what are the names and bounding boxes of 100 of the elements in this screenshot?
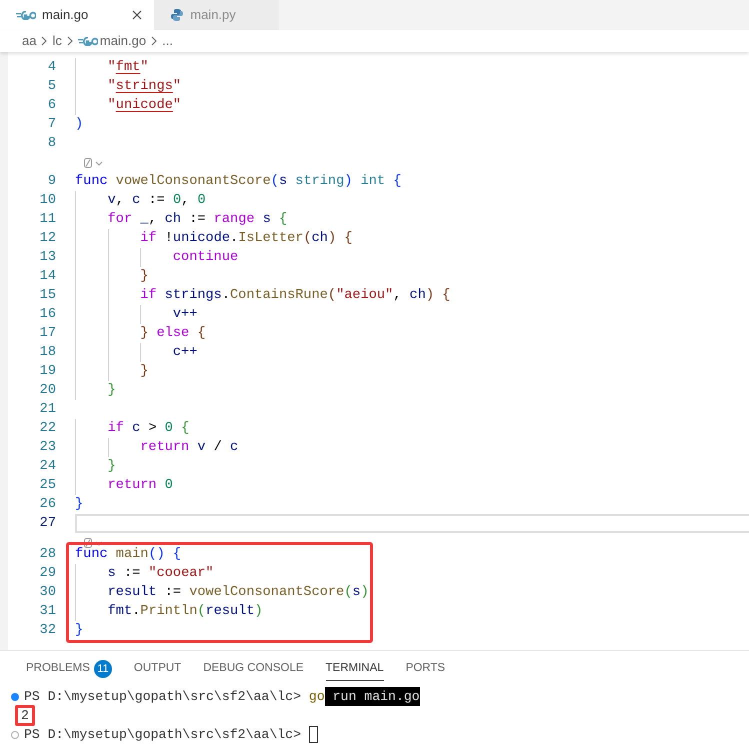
- code-token: func: [75, 546, 109, 564]
- terminal-text: go: [308, 688, 325, 706]
- code-token: func: [75, 173, 109, 191]
- code-token: (: [344, 584, 352, 602]
- code-token: .: [222, 287, 230, 305]
- code-token: s: [106, 565, 116, 583]
- code-token: {: [279, 211, 288, 229]
- code-token: return: [139, 439, 190, 457]
- code-token: () {: [148, 546, 182, 564]
- panel-tab[interactable]: OUTPUT: [134, 657, 182, 681]
- breadcrumb-item[interactable]: lc: [52, 31, 62, 51]
- code-token: range: [214, 211, 256, 229]
- code-token: ContainsRune: [230, 287, 328, 305]
- line-number: 13: [38, 249, 56, 267]
- line-number: 31: [38, 603, 56, 621]
- line-number: 28: [38, 546, 56, 564]
- line-number: 11: [38, 211, 56, 229]
- code-token: main: [116, 546, 148, 564]
- code-token: Println: [140, 603, 198, 621]
- terminal-text: PS D:\mysetup\gopath\src\sf2\aa\lc>: [24, 688, 302, 706]
- code-token: .: [132, 603, 140, 621]
- code-token: c: [230, 439, 238, 457]
- code-token: ch: [312, 230, 328, 248]
- code-token: string: [295, 173, 344, 191]
- line-number: 4: [46, 59, 56, 77]
- code-token: :=: [164, 584, 182, 602]
- python-logo-icon: [170, 8, 184, 22]
- code-token: >: [147, 420, 158, 438]
- line-number: 29: [38, 565, 56, 583]
- code-token: "cooear": [148, 565, 214, 583]
- line-number: 25: [38, 477, 56, 495]
- chevron-right-icon: [40, 36, 48, 46]
- code-token: else: [156, 325, 190, 343]
- line-number: 21: [38, 401, 56, 419]
- chevron-right-icon: [66, 36, 74, 46]
- line-number: 15: [38, 287, 56, 305]
- code-token: "aeiou": [336, 287, 394, 305]
- code-token: }: [75, 496, 84, 514]
- code-token: ": [172, 78, 182, 96]
- code-token: :=: [122, 565, 142, 583]
- status-dot-icon: [10, 692, 20, 702]
- panel-tab[interactable]: PORTS: [406, 657, 446, 681]
- code-token: {: [197, 325, 206, 343]
- code-token: vowelConsonantScore: [189, 584, 344, 602]
- code-token: }: [139, 325, 150, 343]
- highlighted-output: 2: [15, 705, 35, 726]
- code-token: /: [212, 439, 223, 457]
- code-token: !: [164, 230, 173, 248]
- go-logo-icon: [16, 10, 36, 20]
- code-token: 0: [164, 420, 174, 438]
- line-number: 8: [46, 135, 56, 153]
- code-token: v: [106, 192, 116, 210]
- terminal-text: PS D:\mysetup\gopath\src\sf2\aa\lc>: [24, 726, 302, 744]
- line-number: 18: [38, 344, 56, 362]
- line-number: 27: [38, 515, 56, 533]
- line-number: 9: [46, 173, 56, 191]
- panel-tab[interactable]: DEBUG CONSOLE: [203, 657, 304, 681]
- go-logo-icon: [78, 36, 98, 46]
- code-token: _: [140, 211, 148, 229]
- code-token: continue: [172, 249, 238, 267]
- code-token: (: [197, 603, 206, 621]
- code-token: ,: [393, 287, 402, 305]
- panel-tab[interactable]: TERMINAL: [326, 657, 384, 681]
- code-token: return: [106, 477, 158, 495]
- code-token: unicode: [172, 230, 230, 248]
- code-token: v++: [172, 306, 198, 324]
- code-token: strings: [164, 287, 222, 305]
- line-number: 32: [38, 622, 56, 640]
- code-token: for: [106, 211, 134, 229]
- code-token: ": [106, 78, 116, 96]
- code-token: result: [106, 584, 157, 602]
- code-token: ch: [410, 287, 426, 305]
- code-token: result: [206, 603, 255, 621]
- breadcrumb-item[interactable]: main.go: [78, 31, 146, 51]
- panel-tab[interactable]: PROBLEMS 11: [26, 657, 112, 681]
- code-token: int: [360, 173, 386, 191]
- code-token: if: [106, 420, 125, 438]
- code-token: IsLetter: [238, 230, 304, 248]
- code-token: (: [303, 230, 312, 248]
- code-token: ,: [181, 192, 190, 210]
- code-token: }: [139, 268, 148, 286]
- code-token: vowelConsonantScore: [116, 173, 271, 191]
- code-token: c++: [172, 344, 198, 362]
- line-number: 12: [38, 230, 56, 248]
- line-number: 14: [38, 268, 56, 286]
- code-token: 0: [164, 477, 173, 495]
- code-token: :=: [188, 211, 207, 229]
- code-token: }: [139, 363, 148, 381]
- line-number: 5: [46, 78, 56, 96]
- breadcrumb-item[interactable]: aa: [22, 31, 36, 51]
- code-token: fmt: [116, 59, 140, 77]
- code-token: if: [139, 287, 158, 305]
- line-number: 10: [38, 192, 56, 210]
- code-token: (: [328, 287, 336, 305]
- code-token: 0: [197, 192, 206, 210]
- code-token: ): [254, 603, 263, 621]
- breadcrumb-item[interactable]: ...: [162, 31, 173, 51]
- code-token: {: [393, 173, 402, 191]
- code-token: v: [197, 439, 206, 457]
- editor-tab[interactable]: main.go: [0, 0, 154, 30]
